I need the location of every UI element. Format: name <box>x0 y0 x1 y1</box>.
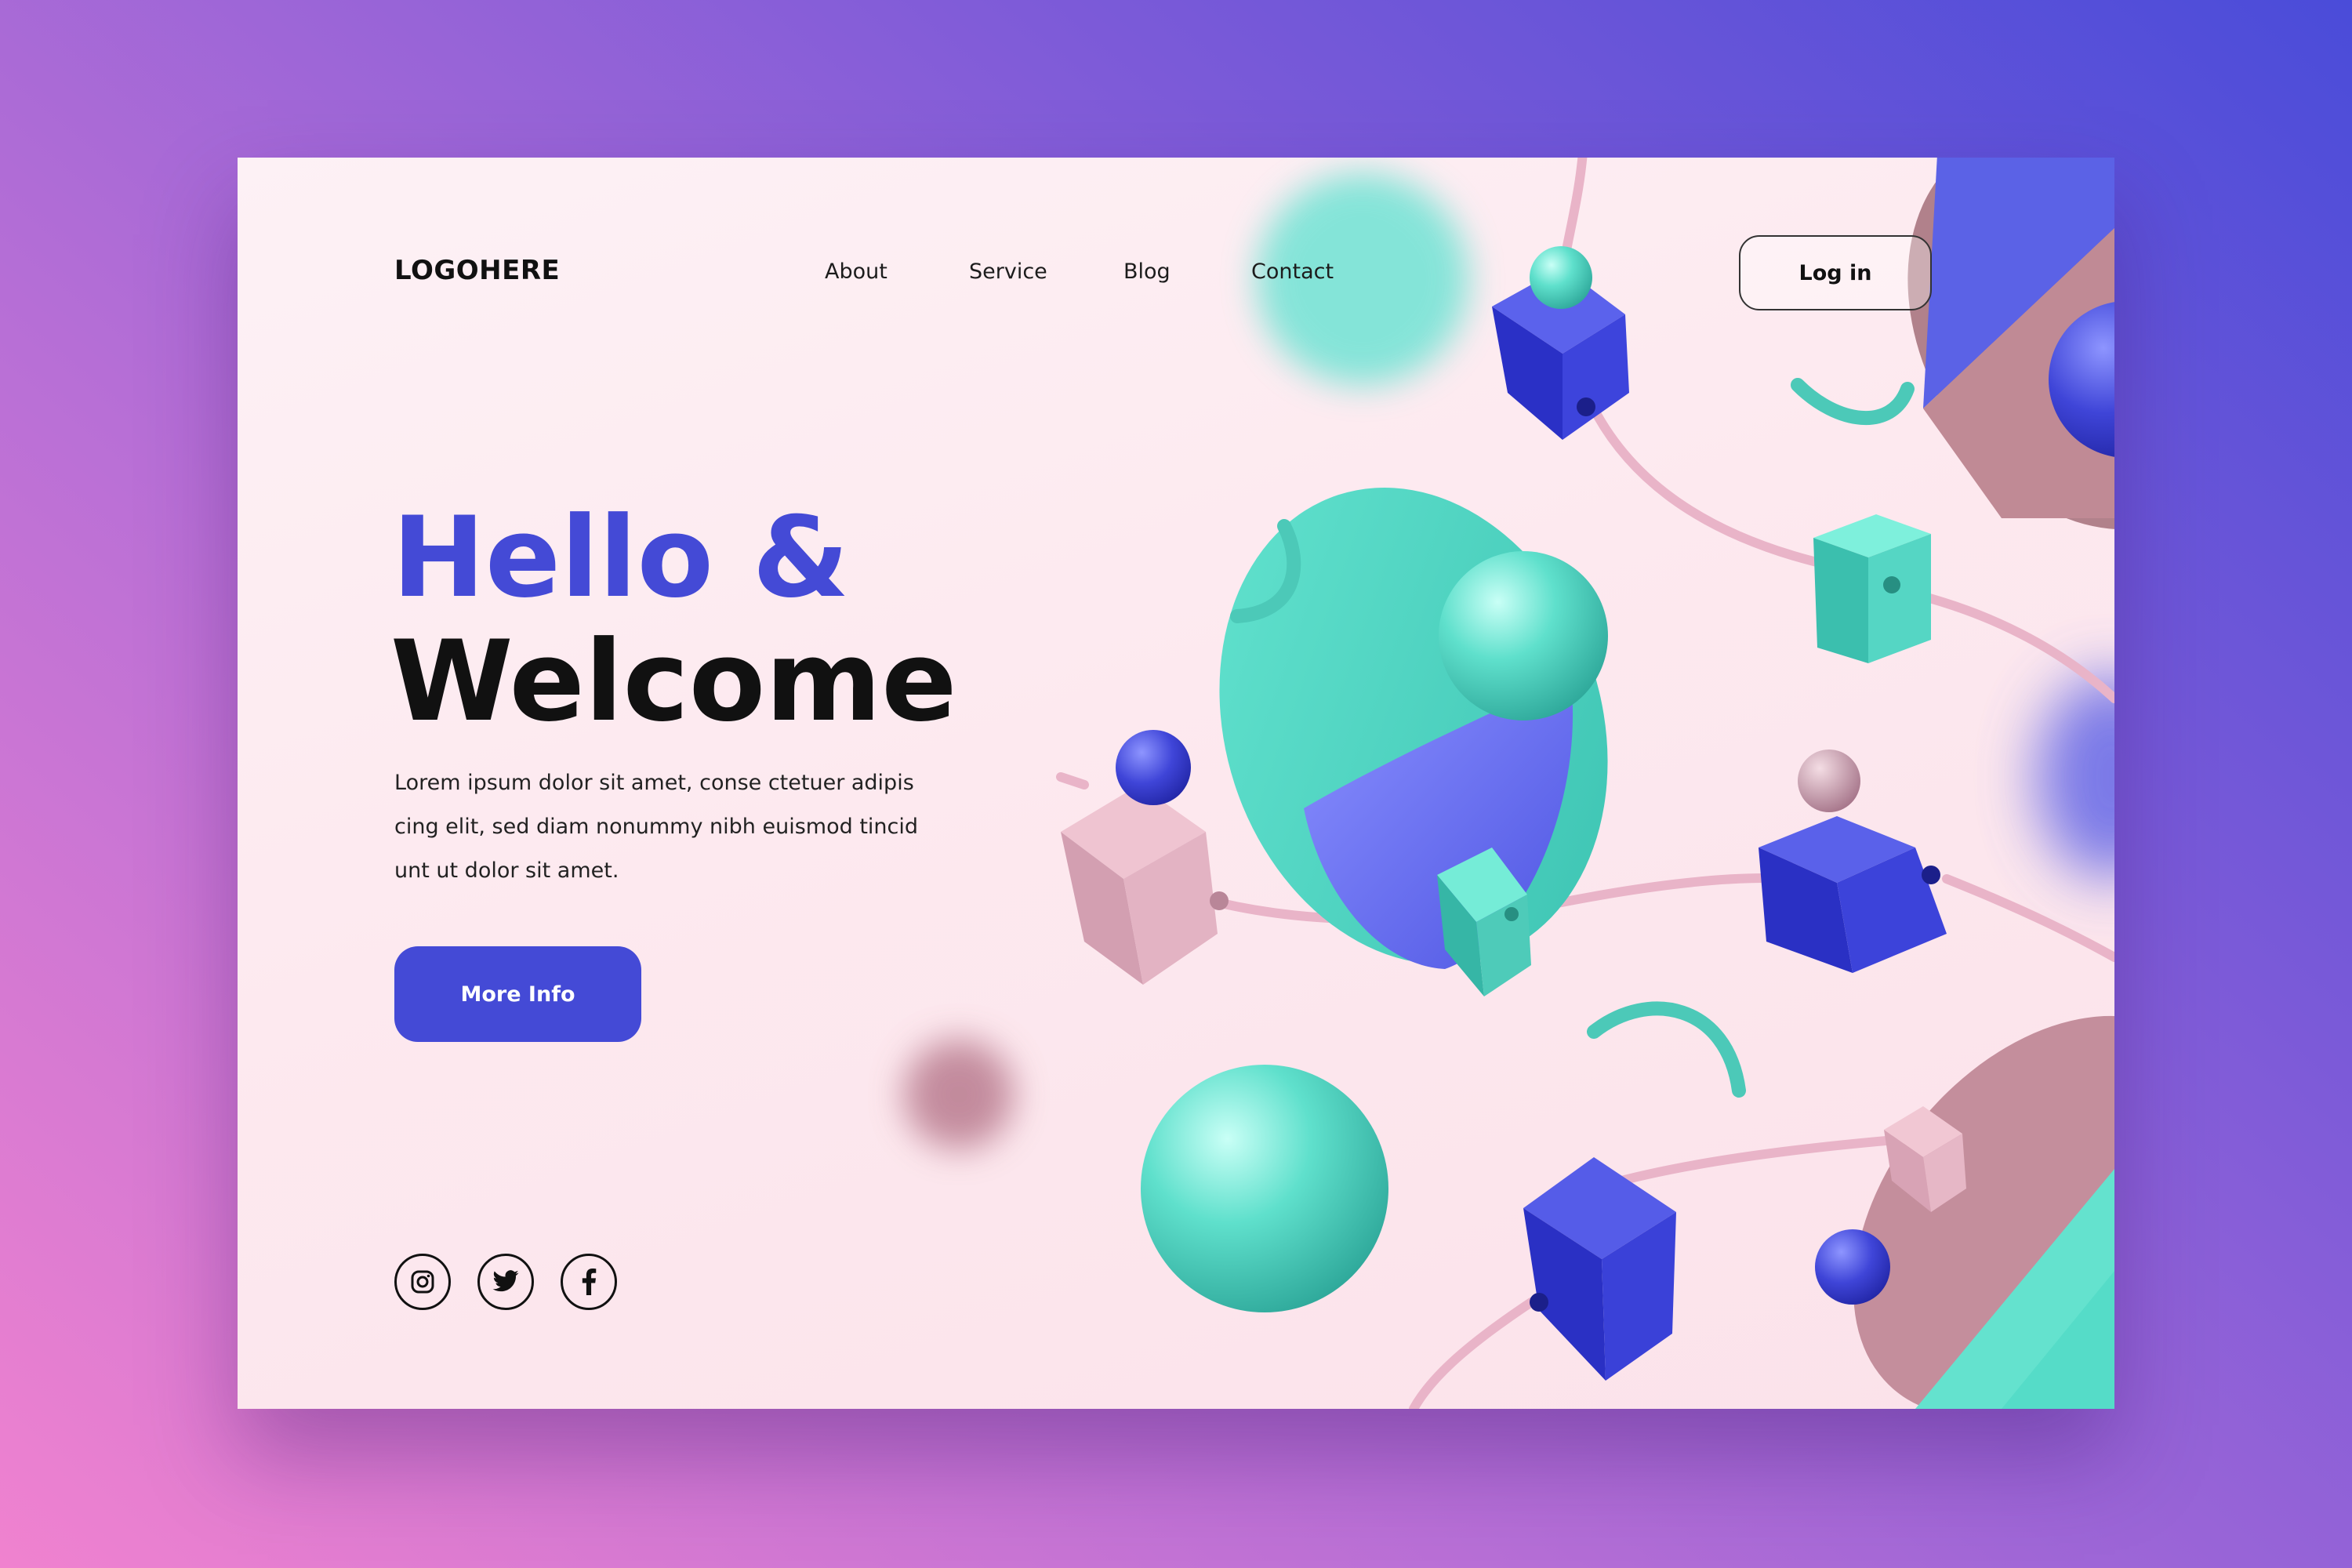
nav-link-about[interactable]: About <box>825 260 887 284</box>
logo[interactable]: LOGOHERE <box>394 255 560 286</box>
more-info-button[interactable]: More Info <box>394 946 641 1042</box>
nav-link-blog[interactable]: Blog <box>1123 260 1171 284</box>
landing-card: LOGOHERE About Service Blog Contact Log … <box>238 158 2114 1409</box>
twitter-icon[interactable] <box>477 1254 534 1310</box>
hero-description: Lorem ipsum dolor sit amet, conse ctetue… <box>394 771 918 883</box>
instagram-icon[interactable] <box>394 1254 451 1310</box>
facebook-icon[interactable] <box>561 1254 617 1310</box>
nav-link-contact[interactable]: Contact <box>1251 260 1334 284</box>
hero-title-line1: Hello & <box>392 493 850 622</box>
nav-link-service[interactable]: Service <box>969 260 1047 284</box>
hero-title-line2: Welcome <box>390 617 957 746</box>
login-button[interactable]: Log in <box>1739 235 1932 310</box>
